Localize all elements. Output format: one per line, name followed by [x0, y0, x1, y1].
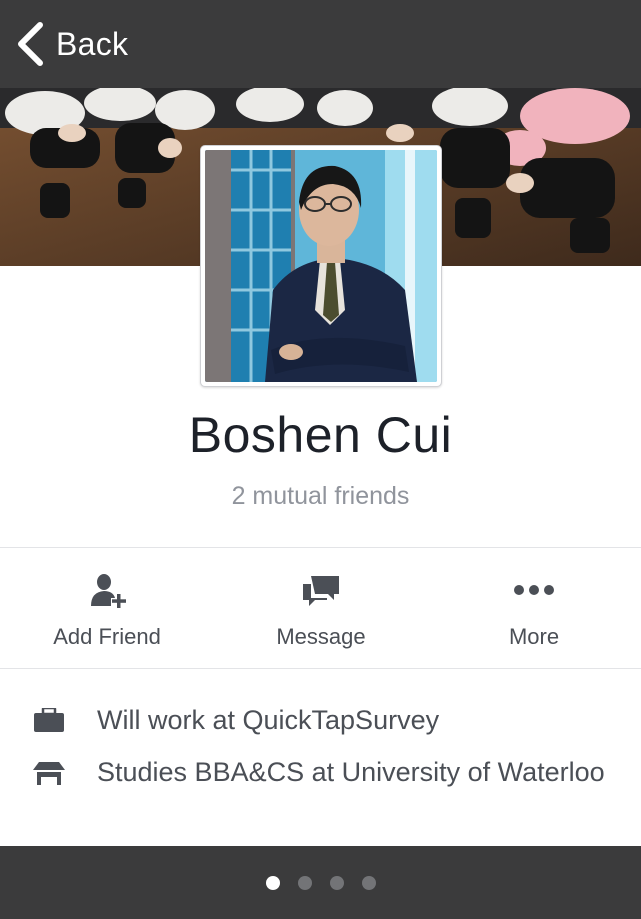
- page-dot[interactable]: [265, 875, 280, 890]
- message-label: Message: [276, 624, 366, 649]
- mutual-friends-link[interactable]: 2 mutual friends: [0, 482, 641, 511]
- avatar: [205, 150, 437, 382]
- add-friend-icon: [87, 572, 127, 612]
- back-label: Back: [56, 25, 129, 62]
- page-indicator: [0, 846, 641, 919]
- page-dot[interactable]: [329, 875, 344, 890]
- nav-bar: Back: [0, 0, 641, 88]
- education-text: Studies BBA&CS at University of Waterloo: [97, 757, 605, 787]
- more-icon: [512, 572, 556, 612]
- page-dot[interactable]: [297, 875, 312, 890]
- add-friend-label: Add Friend: [53, 624, 161, 649]
- work-text: Will work at QuickTapSurvey: [97, 705, 440, 735]
- profile-picture[interactable]: [200, 145, 442, 387]
- profile-actions: Add Friend Message More: [0, 548, 641, 668]
- add-friend-button[interactable]: Add Friend: [0, 548, 214, 668]
- more-label: More: [508, 624, 560, 649]
- back-button[interactable]: Back: [16, 22, 128, 66]
- message-button[interactable]: Message: [214, 548, 428, 668]
- more-button[interactable]: More: [427, 548, 641, 668]
- school-icon: [33, 760, 65, 791]
- message-icon: [301, 572, 341, 612]
- chevron-left-icon: [16, 22, 44, 66]
- profile-name: Boshen Cui: [188, 407, 453, 463]
- divider: [0, 668, 641, 669]
- page-dot[interactable]: [361, 875, 376, 890]
- briefcase-icon: [33, 706, 65, 737]
